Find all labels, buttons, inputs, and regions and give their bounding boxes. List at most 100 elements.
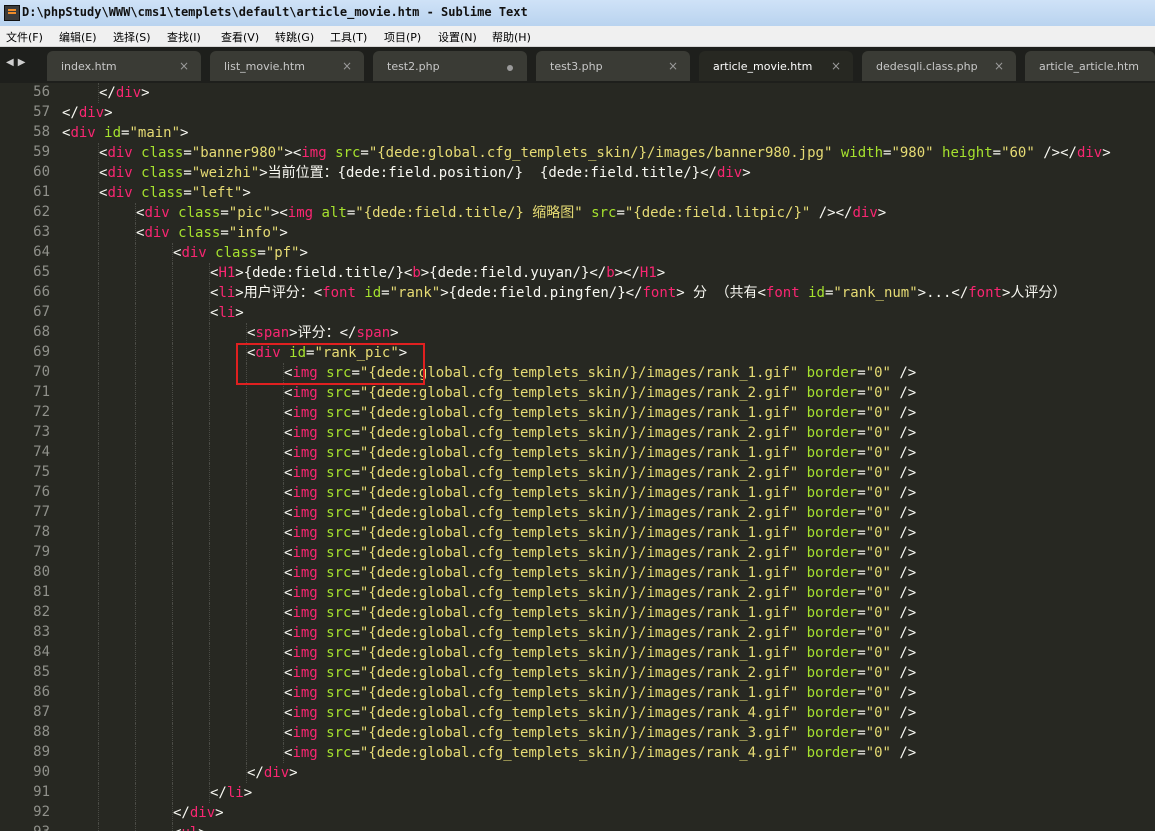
- indent-guide: [209, 403, 210, 423]
- code-line[interactable]: <img src="{dede:global.cfg_templets_skin…: [284, 703, 916, 723]
- indent-guide: [98, 603, 99, 623]
- line-number: 60: [33, 164, 50, 180]
- indent-guide: [172, 703, 173, 723]
- code-line[interactable]: <img src="{dede:global.cfg_templets_skin…: [284, 523, 916, 543]
- code-line[interactable]: <div class="pf">: [173, 243, 308, 263]
- code-line[interactable]: <img src="{dede:global.cfg_templets_skin…: [284, 643, 916, 663]
- code-line[interactable]: <H1>{dede:field.title/}<b>{dede:field.yu…: [210, 263, 665, 283]
- code-line[interactable]: <img src="{dede:global.cfg_templets_skin…: [284, 423, 916, 443]
- code-line[interactable]: </div>: [99, 83, 150, 103]
- indent-guide: [246, 583, 247, 603]
- code-line[interactable]: <img src="{dede:global.cfg_templets_skin…: [284, 583, 916, 603]
- code-line[interactable]: <img src="{dede:global.cfg_templets_skin…: [284, 383, 916, 403]
- code-line[interactable]: <img src="{dede:global.cfg_templets_skin…: [284, 603, 916, 623]
- close-icon[interactable]: ×: [342, 59, 352, 73]
- indent-guide: [98, 723, 99, 743]
- code-line[interactable]: <div id="main">: [62, 123, 188, 143]
- indent-guide: [98, 803, 99, 823]
- code-line[interactable]: <div class="info">: [136, 223, 288, 243]
- indent-guide: [172, 383, 173, 403]
- code-line[interactable]: <div class="left">: [99, 183, 251, 203]
- menu-project[interactable]: 项目(P): [384, 29, 421, 45]
- code-line[interactable]: <img src="{dede:global.cfg_templets_skin…: [284, 443, 916, 463]
- menu-edit[interactable]: 编辑(E): [59, 29, 97, 45]
- code-line[interactable]: <img src="{dede:global.cfg_templets_skin…: [284, 743, 916, 763]
- code-line[interactable]: </div>: [173, 803, 224, 823]
- code-line[interactable]: <li>: [210, 303, 244, 323]
- menu-select[interactable]: 选择(S): [113, 29, 151, 45]
- line-number: 62: [33, 204, 50, 220]
- line-number: 80: [33, 564, 50, 580]
- indent-guide: [209, 563, 210, 583]
- indent-guide: [98, 203, 99, 223]
- indent-guide: [135, 543, 136, 563]
- indent-guide: [135, 623, 136, 643]
- close-icon[interactable]: ×: [994, 59, 1004, 73]
- line-number: 76: [33, 484, 50, 500]
- menu-help[interactable]: 帮助(H): [492, 29, 531, 45]
- indent-guide: [209, 603, 210, 623]
- line-number: 92: [33, 804, 50, 820]
- unsaved-dot-icon[interactable]: [507, 65, 513, 71]
- code-line[interactable]: <img src="{dede:global.cfg_templets_skin…: [284, 403, 916, 423]
- indent-guide: [135, 763, 136, 783]
- code-line[interactable]: <img src="{dede:global.cfg_templets_skin…: [284, 663, 916, 683]
- code-line[interactable]: <img src="{dede:global.cfg_templets_skin…: [284, 543, 916, 563]
- indent-guide: [135, 643, 136, 663]
- indent-guide: [98, 223, 99, 243]
- code-line[interactable]: <img src="{dede:global.cfg_templets_skin…: [284, 563, 916, 583]
- tab-dedesqli-class-php[interactable]: dedesqli.class.php ×: [862, 51, 1016, 81]
- indent-guide: [172, 323, 173, 343]
- tab-scroll-arrows-icon[interactable]: ◀▶: [6, 57, 29, 68]
- indent-guide: [135, 823, 136, 831]
- code-line[interactable]: <span>评分：</span>: [247, 323, 399, 343]
- indent-guide: [172, 763, 173, 783]
- indent-guide: [209, 523, 210, 543]
- indent-guide: [209, 363, 210, 383]
- menu-preferences[interactable]: 设置(N): [438, 29, 477, 45]
- tab-article-movie-htm[interactable]: article_movie.htm ×: [699, 51, 853, 81]
- tab-article-article-htm[interactable]: article_article.htm: [1025, 51, 1155, 81]
- menu-tools[interactable]: 工具(T): [330, 29, 367, 45]
- tab-list-movie-htm[interactable]: list_movie.htm ×: [210, 51, 364, 81]
- indent-guide: [246, 423, 247, 443]
- indent-guide: [135, 803, 136, 823]
- indent-guide: [135, 283, 136, 303]
- tab-test2-php[interactable]: test2.php: [373, 51, 527, 81]
- close-icon[interactable]: ×: [831, 59, 841, 73]
- close-icon[interactable]: ×: [668, 59, 678, 73]
- tab-test3-php[interactable]: test3.php ×: [536, 51, 690, 81]
- line-number: 82: [33, 604, 50, 620]
- code-line[interactable]: <img src="{dede:global.cfg_templets_skin…: [284, 503, 916, 523]
- code-line[interactable]: <div class="pic"><img alt="{dede:field.t…: [136, 203, 886, 223]
- close-icon[interactable]: ×: [179, 59, 189, 73]
- code-line[interactable]: <div class="banner980"><img src="{dede:g…: [99, 143, 1111, 163]
- code-line[interactable]: </div>: [247, 763, 298, 783]
- code-line[interactable]: </li>: [210, 783, 252, 803]
- code-line[interactable]: <img src="{dede:global.cfg_templets_skin…: [284, 683, 916, 703]
- code-line[interactable]: </div>: [62, 103, 113, 123]
- code-line[interactable]: <li>用户评分：<font id="rank">{dede:field.pin…: [210, 283, 1066, 303]
- code-area[interactable]: </div> </div> <div id="main"> <div class="b…: [62, 83, 1155, 831]
- code-line[interactable]: <img src="{dede:global.cfg_templets_skin…: [284, 723, 916, 743]
- code-line[interactable]: <img src="{dede:global.cfg_templets_skin…: [284, 623, 916, 643]
- sublime-app-icon: [4, 5, 20, 21]
- code-line[interactable]: <img src="{dede:global.cfg_templets_skin…: [284, 483, 916, 503]
- indent-guide: [209, 683, 210, 703]
- indent-guide: [98, 243, 99, 263]
- tab-index-htm[interactable]: index.htm ×: [47, 51, 201, 81]
- code-line[interactable]: <img src="{dede:global.cfg_templets_skin…: [284, 463, 916, 483]
- menu-file[interactable]: 文件(F): [6, 29, 43, 45]
- code-line[interactable]: <div class="weizhi">当前位置：{dede:field.pos…: [99, 163, 751, 183]
- indent-guide: [172, 603, 173, 623]
- indent-guide: [209, 323, 210, 343]
- indent-guide: [172, 303, 173, 323]
- indent-guide: [246, 703, 247, 723]
- code-editor[interactable]: 56 57 58 59 60 61 62 63 64 65 66 67 68 69 70 71 72 73 74 75…: [0, 83, 1155, 831]
- menu-find[interactable]: 查找(I): [167, 29, 201, 45]
- line-number: 81: [33, 584, 50, 600]
- code-line[interactable]: <ul>: [173, 823, 207, 831]
- menu-goto[interactable]: 转跳(G): [275, 29, 314, 45]
- menu-view[interactable]: 查看(V): [221, 29, 259, 45]
- indent-guide: [98, 383, 99, 403]
